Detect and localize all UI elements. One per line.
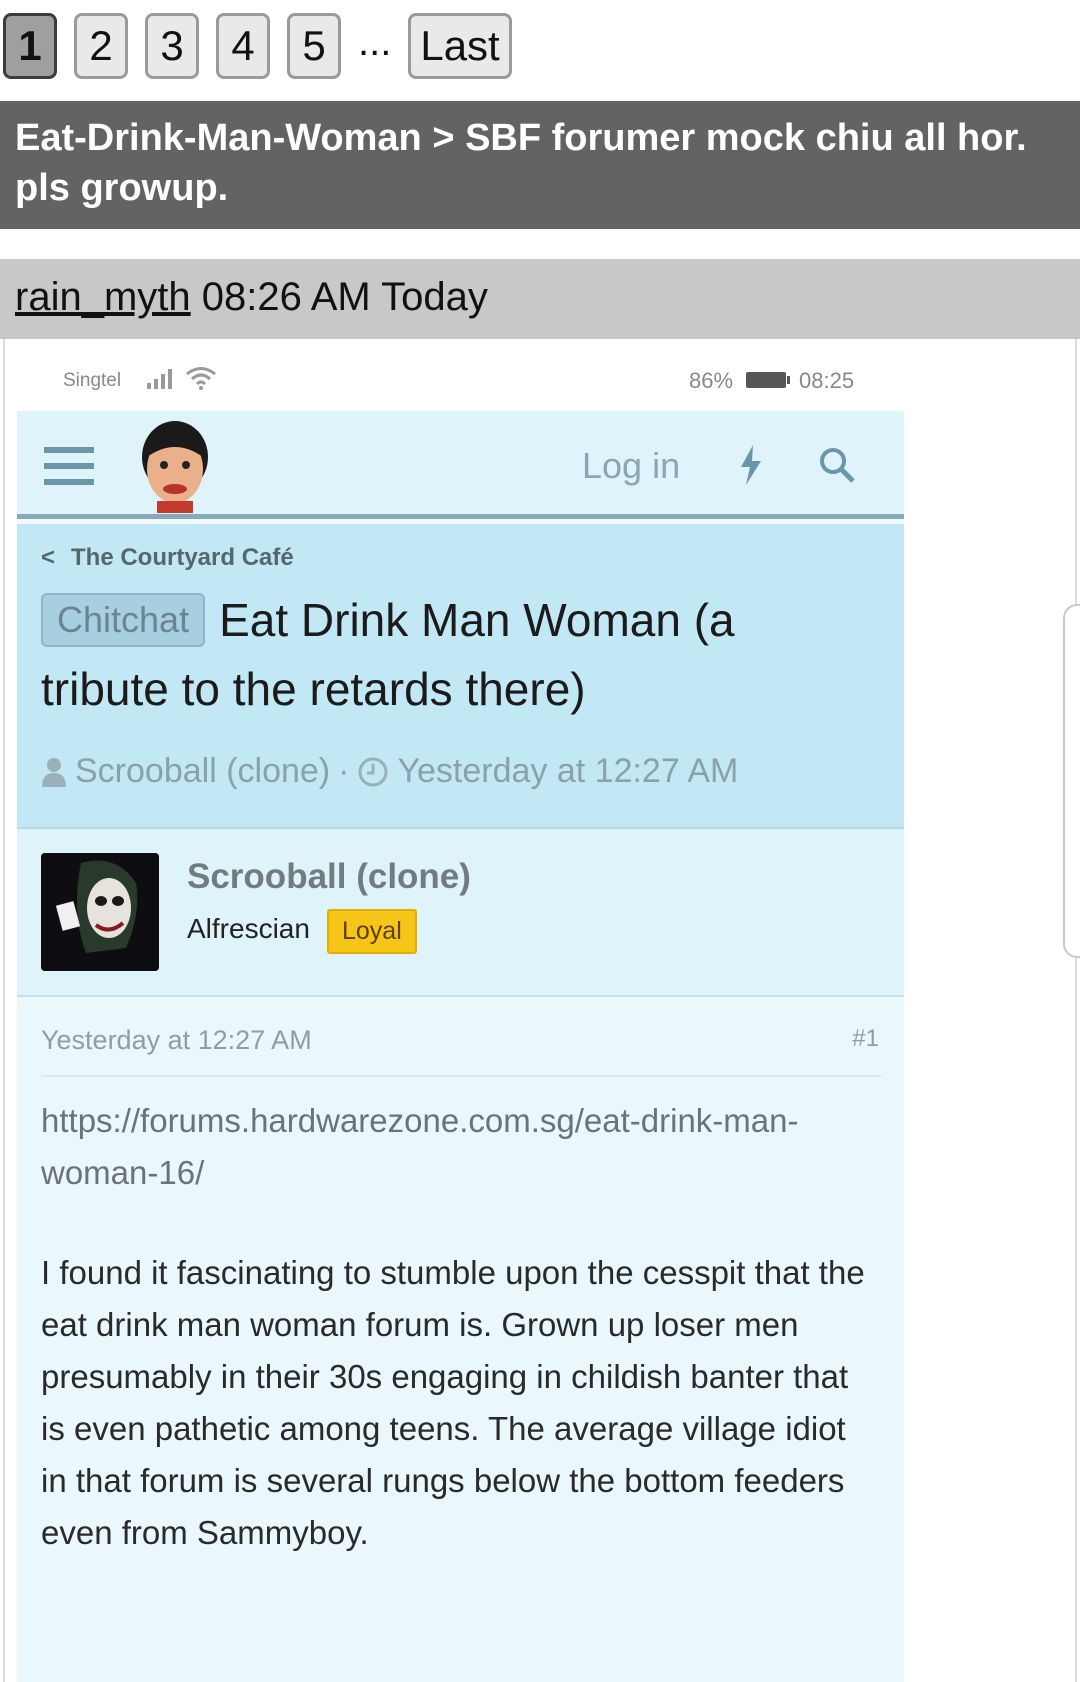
meta-separator: · [338,752,350,790]
site-logo[interactable] [135,417,215,513]
attached-screenshot[interactable]: Singtel 86% 08:25 Log in < The Courtyard… [3,339,1077,1682]
thread-starter[interactable]: Scrooball (clone) [75,752,330,791]
user-avatar[interactable] [41,853,159,971]
page-3-button[interactable]: 3 [145,13,199,79]
hamburger-menu-icon[interactable] [44,445,96,487]
user-title: Alfrescian [187,913,310,944]
page-5-button[interactable]: 5 [287,13,341,79]
login-link[interactable]: Log in [582,445,680,487]
pagination-ellipsis: ... [358,19,392,64]
lightning-bolt-icon[interactable] [737,445,765,485]
last-page-button[interactable]: Last [408,13,512,79]
post-header: rain_myth 08:26 AM Today [0,259,1080,339]
thread-meta: Scrooball (clone) · Yesterday at 12:27 A… [41,752,738,791]
thread-prefix-badge: Chitchat [41,593,206,647]
forum-app: Log in < The Courtyard Café Chitchat Eat D… [17,411,904,1682]
post-author-link[interactable]: rain_myth [15,275,191,319]
post-body: Yesterday at 12:27 AM #1 https://forums.… [17,997,904,1682]
post-author-block: Scrooball (clone) Alfrescian Loyal [17,827,904,997]
post-number[interactable]: #1 [852,1025,879,1053]
battery-percent: 86% [689,368,734,393]
post-author-name[interactable]: Scrooball (clone) [187,857,471,897]
carrier-label: Singtel [63,370,122,391]
edge-panel-handle[interactable] [1063,604,1080,958]
post-url-link[interactable]: https://forums.hardwarezone.com.sg/eat-d… [41,1095,841,1199]
thread-title-banner: Eat-Drink-Man-Woman > SBF forumer mock c… [0,101,1080,229]
search-icon[interactable] [817,445,857,485]
user-rank-badge: Loyal [327,909,417,954]
forum-breadcrumb[interactable]: < The Courtyard Café [41,544,294,572]
phone-status-bar: Singtel 86% 08:25 [5,339,905,411]
thread-title: Chitchat Eat Drink Man Woman (a tribute t… [41,586,871,724]
post-time: 08:26 AM Today [201,275,488,319]
clock-icon [358,757,388,786]
chevron-left-icon: < [41,544,56,571]
page-2-button[interactable]: 2 [74,13,128,79]
thread-header: < The Courtyard Café Chitchat Eat Drink Ma… [17,524,904,827]
user-icon [42,757,66,787]
phone-clock: 08:25 [799,368,855,393]
pagination: 1 2 3 4 5 ... Last [3,12,529,80]
breadcrumb-label: The Courtyard Café [71,544,294,571]
post-date[interactable]: Yesterday at 12:27 AM [41,1025,312,1056]
page-4-button[interactable]: 4 [216,13,270,79]
signal-icon [147,369,172,389]
page-1-button[interactable]: 1 [3,13,57,79]
wifi-icon [186,367,216,390]
joker-avatar-image [41,853,159,971]
post-message: I found it fascinating to stumble upon t… [41,1254,865,1551]
forum-nav-bar: Log in [17,411,904,519]
post-divider [41,1075,881,1077]
thread-start-time: Yesterday at 12:27 AM [397,752,739,790]
battery-icon [746,372,790,388]
